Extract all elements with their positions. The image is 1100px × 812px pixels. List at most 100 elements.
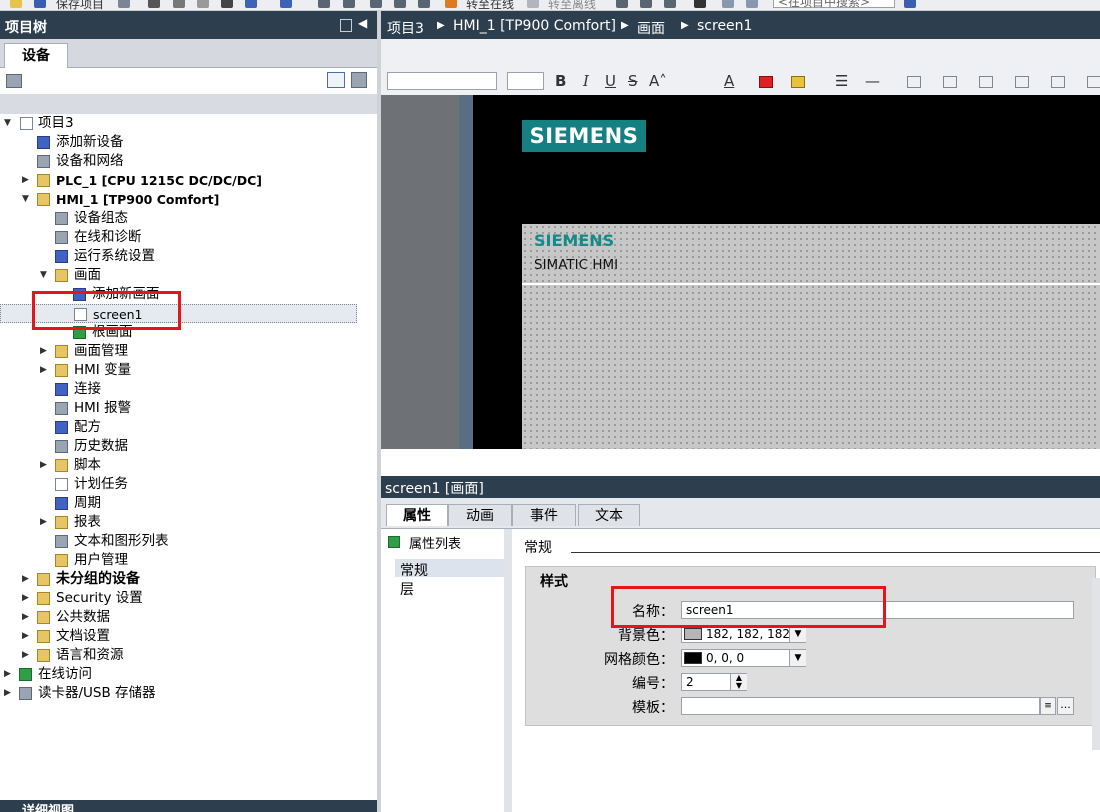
tree-node-device-config[interactable]: 设备组态 [0,209,377,228]
tree-node-connections[interactable]: 连接 [0,380,377,399]
number-stepper[interactable]: 2 ▲ ▼ [681,673,747,691]
tree-node-doc-settings[interactable]: ▶ 文档设置 [0,627,377,646]
list-view-icon[interactable] [327,72,345,88]
tree-node-reports[interactable]: ▶ 报表 [0,513,377,532]
expand-icon[interactable]: ▶ [40,456,50,475]
expand-icon[interactable]: ▶ [40,342,50,361]
tree-node-hmi-tags[interactable]: ▶ HMI 变量 [0,361,377,380]
paste-icon[interactable] [197,0,209,8]
print-icon[interactable] [118,0,130,8]
hmi-panel-area[interactable]: SIEMENS SIMATIC HMI [522,224,1100,449]
tree-node-hmi-alarms[interactable]: HMI 报警 [0,399,377,418]
tree-node-runtime-settings[interactable]: 运行系统设置 [0,247,377,266]
strikethrough-icon[interactable]: S [628,72,638,90]
tree-node-scheduled-tasks[interactable]: 计划任务 [0,475,377,494]
chevron-down-icon[interactable]: ▼ [789,626,806,642]
go-offline-icon[interactable] [527,0,539,8]
tree-node-hmi[interactable]: ▼ HMI_1 [TP900 Comfort] [0,190,377,209]
breadcrumb-screens[interactable]: 画面 [637,18,665,38]
spacing-icon[interactable] [1051,76,1065,88]
details-view-header[interactable]: 详细视图 [0,800,377,812]
tab-properties[interactable]: 属性 [386,504,448,526]
save-icon[interactable] [34,0,46,8]
tab-texts[interactable]: 文本 [578,504,640,526]
tree-node-user-management[interactable]: 用户管理 [0,551,377,570]
align-icon[interactable] [907,76,921,88]
tree-node-plc[interactable]: ▶ PLC_1 [CPU 1215C DC/DC/DC] [0,171,377,190]
expand-icon[interactable]: ▼ [22,190,32,209]
more-tools-icon[interactable] [1087,76,1100,88]
font-family-select[interactable] [387,72,497,90]
line-style-icon[interactable]: ☰ [835,72,848,90]
delete-icon[interactable] [221,0,233,8]
tree-node-text-graphic-lists[interactable]: 文本和图形列表 [0,532,377,551]
tree-node-cycles[interactable]: 周期 [0,494,377,513]
accessible-devices-icon[interactable] [616,0,628,8]
upload-icon[interactable] [370,0,382,8]
tree-node-devices-networks[interactable]: 设备和网络 [0,152,377,171]
tree-node-online-diagnostics[interactable]: 在线和诊断 [0,228,377,247]
expand-icon[interactable]: ▶ [40,513,50,532]
simulate-icon[interactable] [394,0,406,8]
font-grow-icon[interactable]: A˄ [649,72,667,90]
nav-item-layers[interactable]: 层 [400,579,414,599]
expand-icon[interactable]: ▶ [4,665,14,684]
split-vertical-icon[interactable] [746,0,758,8]
chevron-down-icon[interactable]: ▼ [789,650,806,666]
tree-node-project[interactable]: ▼ 项目3 [0,114,377,133]
stepper-arrows-icon[interactable]: ▲ ▼ [730,674,747,690]
fill-color-icon[interactable] [759,76,773,88]
tree-node-common-data[interactable]: ▶ 公共数据 [0,608,377,627]
screen-canvas[interactable]: SIEMENS SIEMENS SIMATIC HMI [381,95,1100,449]
nav-item-general[interactable]: 常规 [400,560,428,580]
font-color-icon[interactable]: A [724,72,734,90]
expand-icon[interactable]: ▶ [4,684,14,703]
expand-icon[interactable]: ▶ [22,171,32,190]
go-offline-button[interactable]: 转至离线 [548,0,596,10]
tab-devices[interactable]: 设备 [4,43,68,68]
collapse-pane-icon[interactable]: ◀ [358,16,367,30]
close-icon[interactable] [694,0,706,8]
split-horizontal-icon[interactable] [722,0,734,8]
save-project-button[interactable]: 保存项目 [56,0,104,10]
go-online-icon[interactable] [445,0,457,8]
expand-icon[interactable]: ▶ [22,646,32,665]
rotate-icon[interactable] [943,76,957,88]
tree-node-scripts[interactable]: ▶ 脚本 [0,456,377,475]
bold-icon[interactable]: B [555,72,566,90]
search-input[interactable]: <在项目中搜索> [773,0,895,9]
new-window-icon[interactable] [351,72,367,88]
breadcrumb-project[interactable]: 项目3 [387,18,424,38]
tree-node-historical-data[interactable]: 历史数据 [0,437,377,456]
expand-icon[interactable]: ▼ [4,114,14,133]
expand-icon[interactable]: ▶ [22,589,32,608]
template-field[interactable] [681,697,1040,715]
breadcrumb-screen1[interactable]: screen1 [697,18,752,34]
undo-icon[interactable] [245,0,257,8]
tree-node-screen-management[interactable]: ▶ 画面管理 [0,342,377,361]
tree-node-card-reader[interactable]: ▶ 读卡器/USB 存储器 [0,684,377,703]
start-cpu-icon[interactable] [640,0,652,8]
tree-node-online-access[interactable]: ▶ 在线访问 [0,665,377,684]
stop-icon[interactable] [418,0,430,8]
property-list-header[interactable]: 属性列表 [409,533,461,552]
same-size-icon[interactable] [1015,76,1029,88]
nav-scrollbar[interactable] [504,529,512,812]
tree-node-languages[interactable]: ▶ 语言和资源 [0,646,377,665]
tab-events[interactable]: 事件 [512,504,576,526]
device-overview-icon[interactable] [6,74,22,88]
redo-icon[interactable] [280,0,292,8]
list-icon[interactable]: ≡ [1040,697,1056,715]
expand-icon[interactable]: ▼ [40,266,50,285]
dock-icon[interactable] [340,19,352,32]
tree-node-recipes[interactable]: 配方 [0,418,377,437]
distribute-icon[interactable] [979,76,993,88]
go-online-button[interactable]: 转至在线 [466,0,514,10]
expand-icon[interactable]: ▶ [40,361,50,380]
property-scrollbar[interactable] [1092,578,1100,750]
browse-button[interactable]: ... [1057,697,1074,715]
search-icon[interactable] [904,0,916,8]
line-color-icon[interactable] [791,76,805,88]
tree-node-add-device[interactable]: 添加新设备 [0,133,377,152]
copy-icon[interactable] [173,0,185,8]
